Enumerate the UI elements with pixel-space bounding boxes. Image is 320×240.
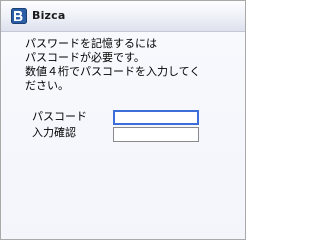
bizca-logo-icon [11, 8, 27, 24]
instruction-line: パスワードを記憶するには [25, 37, 157, 50]
app-window: Bizca パスワードを記憶するには パスコードが必要です。 数値４桁でパスコー… [0, 0, 246, 240]
instruction-text: パスワードを記憶するには パスコードが必要です。 数値４桁でパスコードを入力して… [25, 37, 243, 93]
instruction-line: パスコードが必要です。 [25, 51, 145, 64]
window-title: Bizca [32, 9, 66, 22]
passcode-input[interactable] [113, 110, 199, 125]
instruction-line: 数値４桁でパスコードを入力してく [25, 65, 201, 78]
confirm-passcode-input[interactable] [113, 127, 199, 142]
instruction-line: ださい。 [25, 79, 69, 92]
title-bar: Bizca [1, 1, 245, 32]
confirm-passcode-label: 入力確認 [32, 126, 76, 139]
passcode-label: パスコード [32, 110, 87, 123]
